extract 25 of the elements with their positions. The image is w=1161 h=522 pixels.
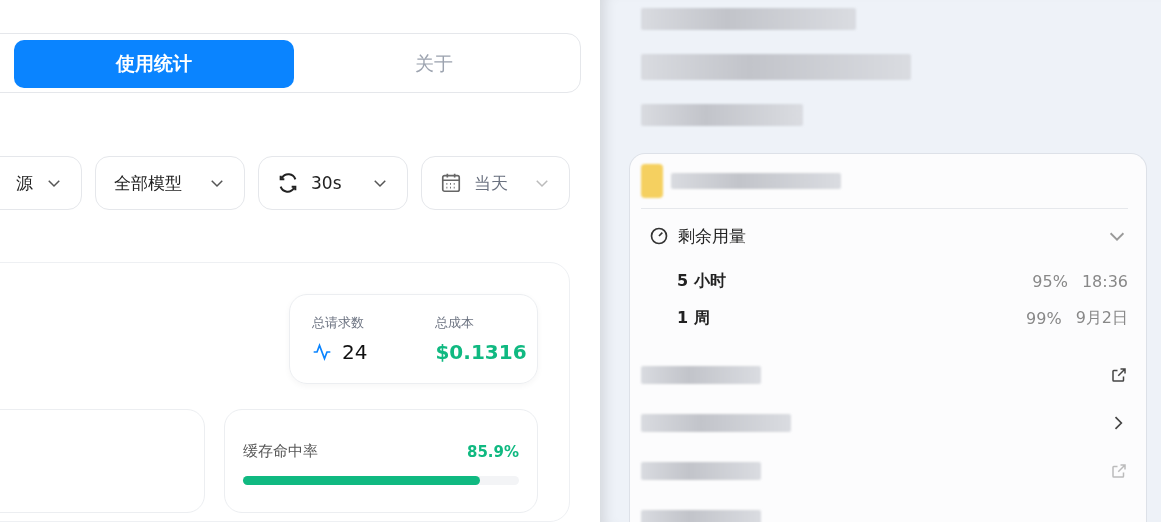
filter-dropdown[interactable]: 30s <box>258 156 408 210</box>
refresh-icon <box>277 172 299 194</box>
quota-percent: 99% <box>1026 309 1062 328</box>
gauge-icon <box>649 226 669 246</box>
stat-label: 总请求数 <box>312 314 365 332</box>
stat-value: 85.9% <box>466 442 519 461</box>
quota-percent: 95% <box>1032 272 1068 291</box>
stat-label: 缓存命中率 <box>243 442 318 461</box>
quota-header[interactable]: 剩余用量 <box>641 209 1128 263</box>
quota-label: 1 周 <box>677 308 711 329</box>
filter-dropdown[interactable]: 全部模型 <box>95 156 245 210</box>
activity-icon <box>312 342 332 362</box>
section-title: 剩余用量 <box>678 224 747 248</box>
filter-dropdown[interactable]: 源 <box>0 156 82 210</box>
stat-value: $0.1316 <box>435 340 527 364</box>
tab[interactable]: 使用统计 <box>14 40 294 88</box>
reset-time: 18:36 <box>1081 272 1128 291</box>
stat-value: 24 <box>342 340 368 364</box>
filter-dropdown[interactable]: 当天 <box>421 156 570 210</box>
external-link-icon[interactable] <box>1110 366 1128 384</box>
calendar-icon <box>440 172 462 194</box>
reset-time: 9月2日 <box>1075 308 1128 329</box>
quota-label: 5 小时 <box>677 271 727 292</box>
stat-label: 总成本 <box>435 314 476 332</box>
pixelated-block <box>641 164 663 198</box>
